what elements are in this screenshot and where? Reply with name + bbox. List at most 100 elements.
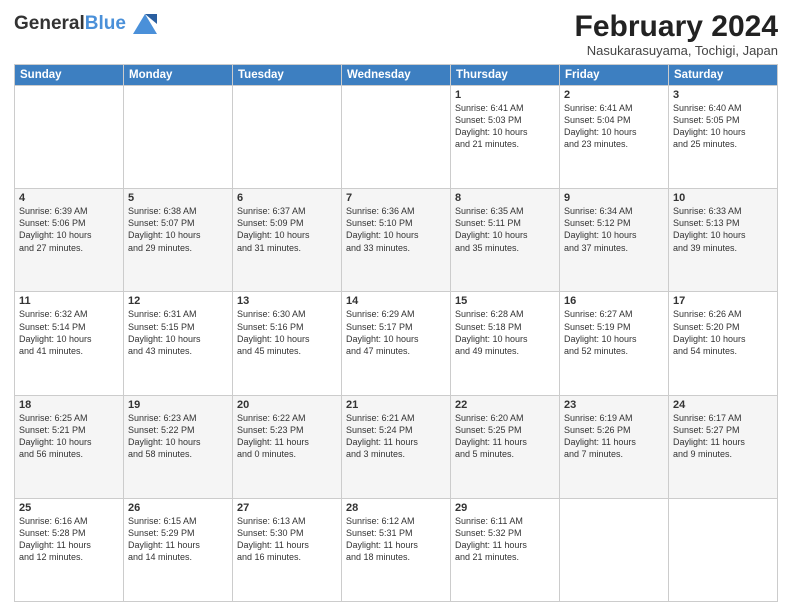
day-number: 10: [673, 192, 773, 204]
day-cell: 16Sunrise: 6:27 AMSunset: 5:19 PMDayligh…: [560, 292, 669, 395]
title-block: February 2024 Nasukarasuyama, Tochigi, J…: [575, 10, 778, 58]
day-header-monday: Monday: [124, 65, 233, 86]
day-cell: 20Sunrise: 6:22 AMSunset: 5:23 PMDayligh…: [233, 395, 342, 498]
day-number: 28: [346, 502, 446, 514]
day-number: 23: [564, 399, 664, 411]
week-row-3: 18Sunrise: 6:25 AMSunset: 5:21 PMDayligh…: [15, 395, 778, 498]
day-cell: 29Sunrise: 6:11 AMSunset: 5:32 PMDayligh…: [451, 498, 560, 601]
day-cell: 10Sunrise: 6:33 AMSunset: 5:13 PMDayligh…: [669, 189, 778, 292]
day-number: 12: [128, 295, 228, 307]
day-number: 17: [673, 295, 773, 307]
day-cell: 2Sunrise: 6:41 AMSunset: 5:04 PMDaylight…: [560, 86, 669, 189]
day-cell: [15, 86, 124, 189]
day-cell: 17Sunrise: 6:26 AMSunset: 5:20 PMDayligh…: [669, 292, 778, 395]
day-info: Sunrise: 6:41 AMSunset: 5:03 PMDaylight:…: [455, 102, 555, 151]
day-info: Sunrise: 6:19 AMSunset: 5:26 PMDaylight:…: [564, 412, 664, 461]
day-cell: 25Sunrise: 6:16 AMSunset: 5:28 PMDayligh…: [15, 498, 124, 601]
day-info: Sunrise: 6:39 AMSunset: 5:06 PMDaylight:…: [19, 205, 119, 254]
page: GeneralBlue February 2024 Nasukarasuyama…: [0, 0, 792, 612]
day-header-saturday: Saturday: [669, 65, 778, 86]
day-number: 5: [128, 192, 228, 204]
day-info: Sunrise: 6:17 AMSunset: 5:27 PMDaylight:…: [673, 412, 773, 461]
day-number: 25: [19, 502, 119, 514]
day-number: 2: [564, 89, 664, 101]
logo-blue: Blue: [85, 13, 126, 34]
day-cell: [124, 86, 233, 189]
day-cell: [342, 86, 451, 189]
day-info: Sunrise: 6:30 AMSunset: 5:16 PMDaylight:…: [237, 308, 337, 357]
day-number: 15: [455, 295, 555, 307]
day-cell: 23Sunrise: 6:19 AMSunset: 5:26 PMDayligh…: [560, 395, 669, 498]
day-cell: 18Sunrise: 6:25 AMSunset: 5:21 PMDayligh…: [15, 395, 124, 498]
day-number: 6: [237, 192, 337, 204]
logo: GeneralBlue: [14, 10, 161, 38]
day-info: Sunrise: 6:32 AMSunset: 5:14 PMDaylight:…: [19, 308, 119, 357]
day-cell: 9Sunrise: 6:34 AMSunset: 5:12 PMDaylight…: [560, 189, 669, 292]
day-number: 14: [346, 295, 446, 307]
logo-general: General: [14, 13, 85, 34]
week-row-4: 25Sunrise: 6:16 AMSunset: 5:28 PMDayligh…: [15, 498, 778, 601]
day-number: 20: [237, 399, 337, 411]
day-cell: 27Sunrise: 6:13 AMSunset: 5:30 PMDayligh…: [233, 498, 342, 601]
day-header-tuesday: Tuesday: [233, 65, 342, 86]
day-cell: [233, 86, 342, 189]
day-number: 24: [673, 399, 773, 411]
day-info: Sunrise: 6:15 AMSunset: 5:29 PMDaylight:…: [128, 515, 228, 564]
week-row-2: 11Sunrise: 6:32 AMSunset: 5:14 PMDayligh…: [15, 292, 778, 395]
logo-icon: [129, 10, 161, 38]
day-cell: 14Sunrise: 6:29 AMSunset: 5:17 PMDayligh…: [342, 292, 451, 395]
day-info: Sunrise: 6:34 AMSunset: 5:12 PMDaylight:…: [564, 205, 664, 254]
day-info: Sunrise: 6:16 AMSunset: 5:28 PMDaylight:…: [19, 515, 119, 564]
day-number: 9: [564, 192, 664, 204]
day-info: Sunrise: 6:22 AMSunset: 5:23 PMDaylight:…: [237, 412, 337, 461]
day-cell: 1Sunrise: 6:41 AMSunset: 5:03 PMDaylight…: [451, 86, 560, 189]
week-row-1: 4Sunrise: 6:39 AMSunset: 5:06 PMDaylight…: [15, 189, 778, 292]
day-header-thursday: Thursday: [451, 65, 560, 86]
week-row-0: 1Sunrise: 6:41 AMSunset: 5:03 PMDaylight…: [15, 86, 778, 189]
day-cell: 6Sunrise: 6:37 AMSunset: 5:09 PMDaylight…: [233, 189, 342, 292]
day-info: Sunrise: 6:28 AMSunset: 5:18 PMDaylight:…: [455, 308, 555, 357]
day-cell: 3Sunrise: 6:40 AMSunset: 5:05 PMDaylight…: [669, 86, 778, 189]
day-number: 19: [128, 399, 228, 411]
day-cell: 24Sunrise: 6:17 AMSunset: 5:27 PMDayligh…: [669, 395, 778, 498]
day-info: Sunrise: 6:25 AMSunset: 5:21 PMDaylight:…: [19, 412, 119, 461]
day-info: Sunrise: 6:38 AMSunset: 5:07 PMDaylight:…: [128, 205, 228, 254]
day-number: 29: [455, 502, 555, 514]
day-cell: 15Sunrise: 6:28 AMSunset: 5:18 PMDayligh…: [451, 292, 560, 395]
day-cell: 5Sunrise: 6:38 AMSunset: 5:07 PMDaylight…: [124, 189, 233, 292]
day-info: Sunrise: 6:33 AMSunset: 5:13 PMDaylight:…: [673, 205, 773, 254]
day-info: Sunrise: 6:23 AMSunset: 5:22 PMDaylight:…: [128, 412, 228, 461]
day-info: Sunrise: 6:37 AMSunset: 5:09 PMDaylight:…: [237, 205, 337, 254]
day-info: Sunrise: 6:41 AMSunset: 5:04 PMDaylight:…: [564, 102, 664, 151]
day-info: Sunrise: 6:40 AMSunset: 5:05 PMDaylight:…: [673, 102, 773, 151]
day-number: 1: [455, 89, 555, 101]
day-info: Sunrise: 6:11 AMSunset: 5:32 PMDaylight:…: [455, 515, 555, 564]
day-cell: 4Sunrise: 6:39 AMSunset: 5:06 PMDaylight…: [15, 189, 124, 292]
day-info: Sunrise: 6:31 AMSunset: 5:15 PMDaylight:…: [128, 308, 228, 357]
day-cell: 7Sunrise: 6:36 AMSunset: 5:10 PMDaylight…: [342, 189, 451, 292]
day-info: Sunrise: 6:26 AMSunset: 5:20 PMDaylight:…: [673, 308, 773, 357]
day-number: 4: [19, 192, 119, 204]
calendar-table: SundayMondayTuesdayWednesdayThursdayFrid…: [14, 64, 778, 602]
day-cell: 26Sunrise: 6:15 AMSunset: 5:29 PMDayligh…: [124, 498, 233, 601]
day-number: 22: [455, 399, 555, 411]
day-number: 26: [128, 502, 228, 514]
day-number: 8: [455, 192, 555, 204]
day-cell: 22Sunrise: 6:20 AMSunset: 5:25 PMDayligh…: [451, 395, 560, 498]
day-cell: [669, 498, 778, 601]
day-number: 18: [19, 399, 119, 411]
day-cell: 13Sunrise: 6:30 AMSunset: 5:16 PMDayligh…: [233, 292, 342, 395]
day-info: Sunrise: 6:29 AMSunset: 5:17 PMDaylight:…: [346, 308, 446, 357]
day-number: 21: [346, 399, 446, 411]
location: Nasukarasuyama, Tochigi, Japan: [575, 43, 778, 58]
day-header-wednesday: Wednesday: [342, 65, 451, 86]
day-number: 7: [346, 192, 446, 204]
day-cell: 8Sunrise: 6:35 AMSunset: 5:11 PMDaylight…: [451, 189, 560, 292]
day-header-friday: Friday: [560, 65, 669, 86]
day-info: Sunrise: 6:12 AMSunset: 5:31 PMDaylight:…: [346, 515, 446, 564]
day-info: Sunrise: 6:13 AMSunset: 5:30 PMDaylight:…: [237, 515, 337, 564]
day-info: Sunrise: 6:21 AMSunset: 5:24 PMDaylight:…: [346, 412, 446, 461]
day-info: Sunrise: 6:35 AMSunset: 5:11 PMDaylight:…: [455, 205, 555, 254]
day-number: 16: [564, 295, 664, 307]
day-info: Sunrise: 6:20 AMSunset: 5:25 PMDaylight:…: [455, 412, 555, 461]
